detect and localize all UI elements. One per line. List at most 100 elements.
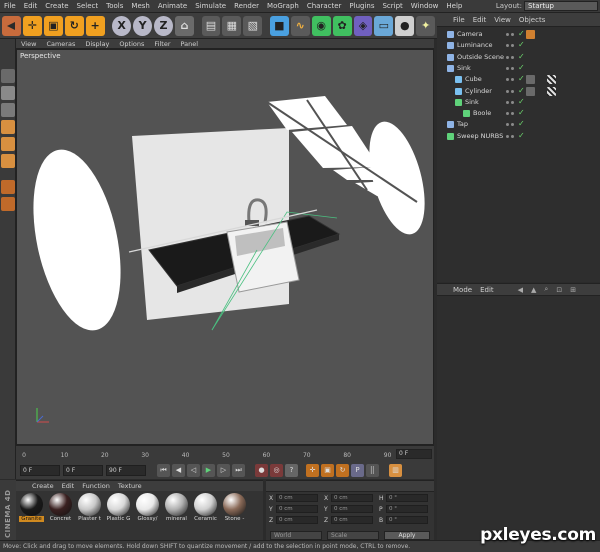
autokey-icon[interactable]: ◎	[270, 463, 283, 477]
object-row[interactable]: Sink ✓	[437, 63, 600, 74]
material-swatch[interactable]: Glossy/	[135, 493, 160, 523]
editor-visibility-dot[interactable]	[506, 55, 509, 59]
end-frame-field[interactable]: 90 F	[106, 464, 146, 476]
point-key-icon[interactable]: ⣿	[366, 463, 379, 477]
coord-field[interactable]: 0 cm	[276, 516, 318, 524]
enabled-check-icon[interactable]: ✓	[518, 40, 525, 49]
go-to-start-icon[interactable]: ⏮	[157, 463, 170, 477]
coord-field[interactable]: 0 °	[386, 516, 428, 524]
timeline-window-icon[interactable]: ▥	[389, 463, 402, 477]
arrow-left-icon[interactable]: ◀	[518, 286, 523, 294]
light-icon[interactable]: ✦	[416, 15, 436, 36]
scale-key-icon[interactable]: ▣	[321, 463, 334, 477]
editor-visibility-dot[interactable]	[506, 66, 509, 70]
menu-mesh[interactable]: Mesh	[127, 2, 153, 10]
param-key-icon[interactable]: P	[351, 463, 364, 477]
editor-visibility-dot[interactable]	[506, 44, 509, 48]
material-swatch[interactable]: Plastic G	[106, 493, 131, 523]
menu-edit[interactable]: Edit	[20, 2, 42, 10]
menu-render[interactable]: Render	[230, 2, 263, 10]
enabled-check-icon[interactable]: ✓	[518, 97, 525, 106]
arrow-up-icon[interactable]: ▲	[531, 286, 536, 294]
render-picture-icon[interactable]: ▦	[222, 15, 242, 36]
keyframe-icon[interactable]: ?	[285, 463, 298, 477]
points-mode-icon[interactable]	[1, 120, 15, 134]
render-visibility-dot[interactable]	[511, 44, 514, 48]
enabled-check-icon[interactable]: ✓	[518, 74, 525, 83]
object-row[interactable]: Luminance ✓	[437, 40, 600, 51]
viewport[interactable]: Perspective	[16, 49, 434, 445]
material-swatch[interactable]: Plaster t	[77, 493, 102, 523]
enabled-check-icon[interactable]: ✓	[518, 86, 525, 95]
enabled-check-icon[interactable]: ✓	[518, 63, 525, 72]
coord-field[interactable]: 0 cm	[331, 505, 373, 513]
coord-field[interactable]: 0 °	[386, 505, 428, 513]
nurbs-icon[interactable]: ◉	[311, 15, 331, 36]
material-menu-function[interactable]: Function	[78, 482, 114, 490]
menu-simulate[interactable]: Simulate	[191, 2, 230, 10]
menu-tools[interactable]: Tools	[102, 2, 127, 10]
viewport-menu-panel[interactable]: Panel	[176, 40, 204, 48]
y-axis-button[interactable]: Y	[133, 15, 153, 36]
material-swatch[interactable]: Concret	[48, 493, 73, 523]
object-row[interactable]: Cylinder ✓	[437, 86, 600, 97]
editor-visibility-dot[interactable]	[506, 33, 509, 36]
magnet-icon[interactable]	[1, 197, 15, 211]
attr-menu-mode[interactable]: Mode	[449, 286, 476, 294]
render-visibility-dot[interactable]	[511, 55, 514, 59]
lock-icon[interactable]: ⊡	[556, 286, 562, 294]
object-menu-edit[interactable]: Edit	[469, 16, 491, 24]
camera-icon[interactable]: ●	[395, 15, 415, 36]
object-row[interactable]: Sweep NURBS ✓	[437, 131, 600, 142]
play-backwards-icon[interactable]: ◁	[187, 463, 200, 477]
viewport-menu-cameras[interactable]: Cameras	[41, 40, 80, 48]
array-icon[interactable]: ✿	[332, 15, 352, 36]
material-swatch[interactable]: mineral	[164, 493, 189, 523]
make-editable-icon[interactable]	[1, 69, 15, 83]
material-swatch[interactable]: Ceramic	[193, 493, 218, 523]
apply-button[interactable]: Apply	[384, 531, 430, 540]
editor-visibility-dot[interactable]	[506, 123, 509, 127]
object-row[interactable]: Cube ✓	[437, 74, 600, 85]
material-swatch[interactable]: Granite	[19, 493, 44, 523]
tag-icon[interactable]	[526, 75, 535, 85]
render-visibility-dot[interactable]	[511, 33, 514, 36]
object-menu-view[interactable]: View	[490, 16, 515, 24]
editor-visibility-dot[interactable]	[506, 89, 509, 93]
material-menu-edit[interactable]: Edit	[58, 482, 79, 490]
new-panel-icon[interactable]: ⊞	[570, 286, 576, 294]
axis-mode-icon[interactable]	[1, 180, 15, 194]
x-axis-button[interactable]: X	[112, 15, 132, 36]
rot-key-icon[interactable]: ↻	[336, 463, 349, 477]
enabled-check-icon[interactable]: ✓	[518, 52, 525, 61]
render-visibility-dot[interactable]	[511, 89, 514, 93]
timeline[interactable]: 0 10 20 30 40 50 60 70 80 90 0 F	[16, 445, 434, 461]
menu-animate[interactable]: Animate	[154, 2, 191, 10]
render-view-icon[interactable]: ▤	[201, 15, 221, 36]
pos-key-icon[interactable]: ✛	[306, 463, 319, 477]
material-tag-icon[interactable]	[547, 75, 556, 85]
edges-mode-icon[interactable]	[1, 137, 15, 151]
menu-select[interactable]: Select	[73, 2, 103, 10]
object-row[interactable]: Outside Scene ✓	[437, 52, 600, 63]
coord-mode-select[interactable]: World	[270, 531, 322, 540]
move-icon[interactable]: ✛	[22, 15, 42, 36]
enabled-check-icon[interactable]: ✓	[518, 108, 525, 117]
enabled-check-icon[interactable]: ✓	[518, 29, 525, 38]
tag-icon[interactable]	[526, 86, 535, 96]
coord-system-icon[interactable]: ⌂	[174, 15, 194, 36]
move-cross-icon[interactable]: +	[85, 15, 105, 36]
render-visibility-dot[interactable]	[511, 112, 514, 116]
record-icon[interactable]: ●	[255, 463, 268, 477]
coord-field[interactable]: 0 °	[386, 494, 428, 502]
object-menu-file[interactable]: File	[449, 16, 469, 24]
editor-visibility-dot[interactable]	[506, 100, 509, 104]
menu-plugins[interactable]: Plugins	[345, 2, 378, 10]
menu-mograph[interactable]: MoGraph	[263, 2, 303, 10]
layout-select[interactable]: Startup	[524, 1, 598, 11]
floor-icon[interactable]: ▭	[374, 15, 394, 36]
cube-icon[interactable]: ■	[269, 15, 289, 36]
menu-create[interactable]: Create	[41, 2, 72, 10]
render-visibility-dot[interactable]	[511, 123, 514, 127]
object-row[interactable]: Camera ✓	[437, 29, 600, 40]
